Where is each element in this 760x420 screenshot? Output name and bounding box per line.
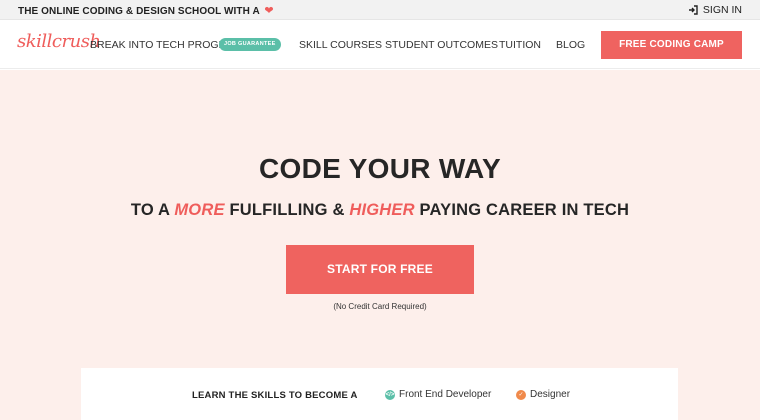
role-label: Designer <box>530 389 571 400</box>
sign-in-icon <box>688 5 698 15</box>
role-front-end-developer[interactable]: </> Front End Developer <box>385 389 491 400</box>
learn-skills-label: LEARN THE SKILLS TO BECOME A <box>192 390 358 401</box>
hero-title: CODE YOUR WAY <box>259 153 501 184</box>
subtitle-part: FULFILLING & <box>224 201 350 219</box>
nav-tuition[interactable]: TUITION <box>499 39 541 51</box>
announcement-bar: THE ONLINE CODING & DESIGN SCHOOL WITH A… <box>0 0 760 20</box>
code-icon: </> <box>385 389 395 400</box>
subtitle-part: PAYING CAREER IN TECH <box>414 201 630 219</box>
heart-icon: ❤ <box>264 5 274 17</box>
free-coding-camp-button[interactable]: FREE CODING CAMP <box>601 31 742 59</box>
skills-panel: LEARN THE SKILLS TO BECOME A </> Front E… <box>81 368 678 420</box>
tagline-text: THE ONLINE CODING & DESIGN SCHOOL WITH A <box>18 6 260 17</box>
role-label: Front End Developer <box>399 389 492 400</box>
start-for-free-button[interactable]: START FOR FREE <box>286 245 474 294</box>
nav-blog[interactable]: BLOG <box>556 39 585 51</box>
sign-in-link[interactable]: SIGN IN <box>688 4 742 16</box>
subtitle-accent-higher: HIGHER <box>349 201 415 219</box>
sign-in-label: SIGN IN <box>702 4 742 16</box>
nav-skill-courses[interactable]: SKILL COURSES <box>299 39 382 51</box>
job-guarantee-badge: JOB GUARANTEE <box>219 38 281 51</box>
subtitle-part: TO A <box>130 201 175 219</box>
subtitle-accent-more: MORE <box>174 201 225 219</box>
check-icon: ✓ <box>516 389 526 400</box>
main-nav: skillcrush BREAK INTO TECH PROGRAM JOB G… <box>0 20 760 69</box>
tagline: THE ONLINE CODING & DESIGN SCHOOL WITH A… <box>18 4 274 17</box>
role-designer[interactable]: ✓ Designer <box>516 389 570 400</box>
nav-student-outcomes[interactable]: STUDENT OUTCOMES <box>385 39 498 51</box>
logo[interactable]: skillcrush <box>17 31 101 52</box>
hero-subtitle: TO A MORE FULFILLING & HIGHER PAYING CAR… <box>0 201 760 220</box>
no-credit-card-note: (No Credit Card Required) <box>333 302 427 311</box>
